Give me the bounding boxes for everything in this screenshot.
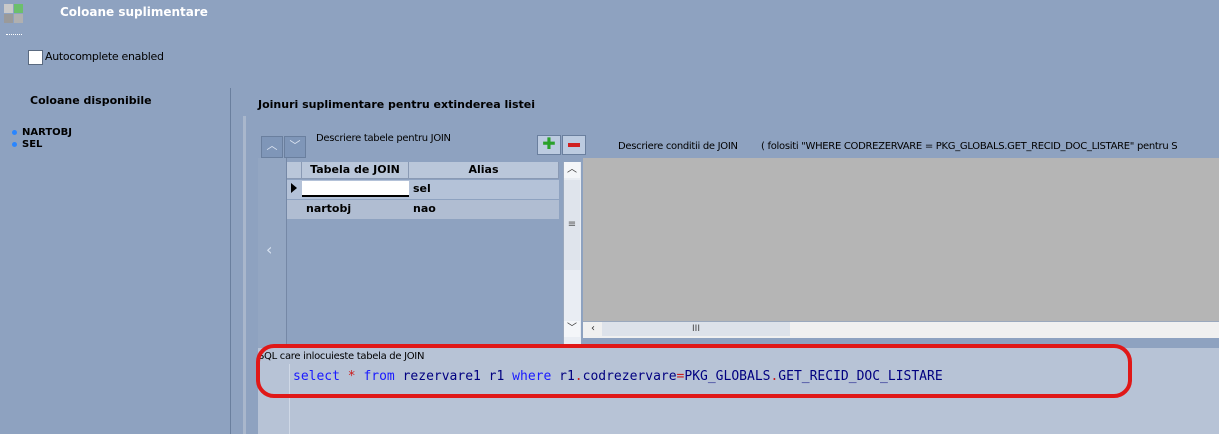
highlight-annotation bbox=[256, 344, 1132, 398]
horizontal-scroll-thumb[interactable]: III bbox=[602, 322, 790, 336]
bullet-icon bbox=[12, 141, 17, 147]
available-column-item[interactable]: SEL bbox=[12, 138, 72, 150]
move-up-button[interactable]: ︿ bbox=[261, 136, 283, 158]
collapse-strip[interactable] bbox=[258, 158, 287, 348]
scroll-left-icon[interactable]: ‹ bbox=[586, 321, 600, 337]
table-row[interactable]: nartobj nao bbox=[287, 200, 559, 219]
available-column-label: NARTOBJ bbox=[22, 126, 73, 138]
available-column-item[interactable]: NARTOBJ bbox=[12, 126, 72, 138]
available-columns-title: Coloane disponibile bbox=[30, 94, 152, 107]
join-conditions-hint: ( folositi "WHERE CODREZERVARE = PKG_GLO… bbox=[761, 141, 1178, 152]
scroll-down-icon[interactable]: ﹀ bbox=[564, 321, 580, 337]
joins-title: Joinuri suplimentare pentru extinderea l… bbox=[258, 98, 536, 111]
autocomplete-checkbox[interactable] bbox=[28, 50, 43, 65]
bullet-icon bbox=[12, 129, 17, 135]
grid-header: Tabela de JOIN Alias bbox=[287, 162, 559, 179]
table-cell[interactable]: nartobj bbox=[302, 200, 409, 219]
cell-editor[interactable] bbox=[302, 181, 409, 197]
autocomplete-label: Autocomplete enabled bbox=[45, 50, 164, 63]
join-conditions-label: Descriere conditii de JOIN bbox=[618, 141, 738, 152]
join-tables-label: Descriere tabele pentru JOIN bbox=[316, 133, 451, 144]
available-columns-list: NARTOBJ SEL bbox=[12, 126, 72, 150]
row-indicator-header bbox=[287, 162, 302, 179]
column-header-table[interactable]: Tabela de JOIN bbox=[302, 162, 409, 179]
move-down-button[interactable]: ﹀ bbox=[284, 136, 306, 158]
app-grid-icon bbox=[4, 4, 23, 23]
panel-title: Coloane suplimentare bbox=[60, 5, 208, 19]
chevron-left-icon[interactable]: ‹ bbox=[266, 240, 272, 259]
scroll-thumb[interactable]: ≡ bbox=[564, 180, 580, 270]
column-header-alias[interactable]: Alias bbox=[409, 162, 559, 179]
scroll-up-icon[interactable]: ︿ bbox=[564, 162, 580, 178]
delete-join-button[interactable] bbox=[562, 135, 586, 155]
panel-divider bbox=[230, 88, 231, 434]
current-row-icon bbox=[291, 183, 297, 193]
available-column-label: SEL bbox=[22, 138, 43, 150]
join-conditions-editor[interactable] bbox=[583, 158, 1219, 321]
alias-cell[interactable]: sel bbox=[409, 180, 559, 199]
alias-cell[interactable]: nao bbox=[409, 200, 559, 219]
splitter-handle[interactable] bbox=[6, 34, 22, 38]
add-join-button[interactable]: ✚ bbox=[537, 135, 561, 155]
